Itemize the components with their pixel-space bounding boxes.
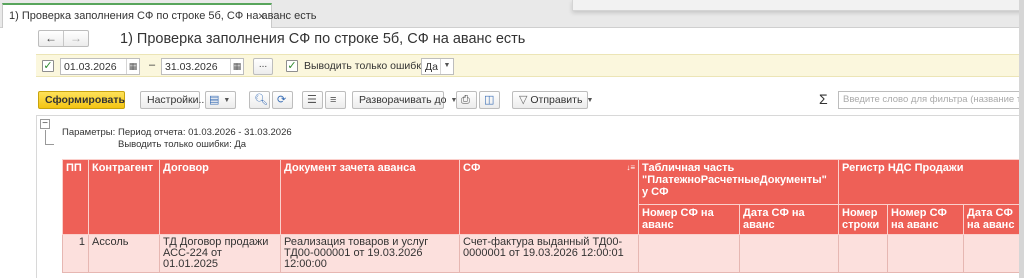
parameters-bar: ✓ 01.03.2026 ▦ – 31.03.2026 ▦ ... ✓ Выво… (36, 54, 1024, 77)
cell-advance-doc[interactable]: Реализация товаров и услуг ТД00-000001 о… (280, 234, 460, 273)
cell-counterparty[interactable]: Ассоль (88, 234, 160, 273)
date-from-value: 01.03.2026 (64, 61, 117, 73)
search-input[interactable]: Введите слово для фильтра (название това… (838, 91, 1024, 109)
calendar-icon[interactable]: ▦ (230, 59, 243, 74)
header-advance-invoice-number: Номер СФ на аванс (638, 204, 740, 235)
date-to-value: 31.03.2026 (165, 61, 218, 73)
search-next-icon: ⟳ (277, 94, 287, 106)
page-title: 1) Проверка заполнения СФ по строке 5б, … (120, 31, 526, 47)
collapse-button[interactable]: ≡ (325, 91, 346, 109)
header-pp: ПП (62, 159, 89, 235)
vertical-scrollbar[interactable] (1019, 0, 1024, 278)
printer-icon: ⎙ (461, 94, 470, 106)
settings-button[interactable]: Настройки... (140, 91, 207, 109)
variants-button[interactable]: ▤ ▼ (205, 91, 236, 109)
header-invoice-label: СФ (463, 162, 481, 174)
grouping-icon: ☰ (307, 94, 317, 106)
expand-to-label: Разворачивать до (359, 94, 447, 106)
find-next-button[interactable]: ⟳ (272, 91, 293, 109)
close-icon[interactable]: × (258, 9, 265, 23)
chevron-down-icon[interactable]: ▼ (440, 59, 453, 74)
only-errors-text: Выводить только ошибки: Да (118, 139, 247, 150)
header-invoice[interactable]: ↓≡ СФ (459, 159, 639, 235)
tab-report[interactable]: 1) Проверка заполнения СФ по строке 5б, … (2, 3, 317, 28)
only-errors-select[interactable]: Да ▼ (421, 58, 454, 75)
popup-window-edge (572, 0, 1024, 11)
date-separator: – (149, 59, 156, 71)
period-checkbox[interactable]: ✓ (42, 60, 54, 72)
header-counterparty: Контрагент (88, 159, 160, 235)
expand-to-button[interactable]: Разворачивать до ▼ (352, 91, 457, 109)
cell-register-invoice-date[interactable] (963, 234, 1024, 273)
cell-register-invoice-number[interactable] (887, 234, 965, 273)
params-label: Параметры: (62, 127, 116, 138)
collapse-group-icon[interactable]: − (40, 119, 50, 129)
send-button[interactable]: ▽ Отправить ▼ (512, 91, 593, 109)
collapse-icon: ≡ (330, 94, 337, 106)
calendar-icon[interactable]: ▦ (126, 59, 139, 74)
only-errors-checkbox[interactable]: ✓ (286, 60, 298, 72)
chevron-down-icon: ▼ (586, 97, 594, 104)
header-vat-register: Регистр НДС Продажи (838, 159, 1024, 205)
chevron-down-icon: ▼ (223, 97, 231, 104)
sort-icon[interactable]: ↓≡ (626, 162, 635, 174)
send-label: Отправить (530, 94, 583, 106)
print-preview-icon: ◫ (484, 94, 495, 106)
date-to-field[interactable]: 31.03.2026 ▦ (161, 58, 244, 75)
period-text: Период отчета: 01.03.2026 - 31.03.2026 (118, 127, 292, 138)
cell-advance-invoice-number[interactable] (638, 234, 740, 273)
tab-label: 1) Проверка заполнения СФ по строке 5б, … (9, 10, 317, 22)
report-table: ПП Контрагент Договор Документ зачета ав… (62, 159, 1024, 273)
forward-arrow-icon[interactable]: → (63, 31, 88, 46)
cell-advance-invoice-date[interactable] (738, 234, 840, 273)
print-button[interactable]: ⎙ (456, 91, 477, 109)
header-contract: Договор (159, 159, 281, 235)
group-button[interactable]: ☰ (302, 91, 323, 109)
report-variant-icon: ▤ (209, 94, 220, 106)
group-line (45, 144, 54, 145)
header-advance-doc: Документ зачета аванса (280, 159, 460, 235)
only-errors-value: Да (425, 61, 438, 73)
period-select-button[interactable]: ... (253, 58, 273, 75)
back-arrow-icon[interactable]: ← (39, 31, 63, 46)
cell-pp[interactable]: 1 (62, 234, 89, 273)
send-icon: ▽ (519, 94, 528, 106)
header-payment-docs: Табличная часть "ПлатежноРасчетныеДокуме… (637, 159, 840, 205)
date-from-field[interactable]: 01.03.2026 ▦ (60, 58, 140, 75)
preview-button[interactable]: ◫ (479, 91, 500, 109)
header-advance-invoice-date: Дата СФ на аванс (738, 204, 840, 235)
navigation-buttons: ← → (38, 30, 89, 47)
group-line (45, 130, 46, 144)
find-button[interactable]: 🔍︎ (249, 91, 270, 109)
generate-button[interactable]: Сформировать (38, 91, 125, 109)
cell-line-number[interactable] (838, 234, 889, 273)
header-register-invoice-number: Номер СФ на аванс (887, 204, 965, 235)
report-toolbar: Сформировать Настройки... ▤ ▼ 🔍︎ ⟳ ☰ ≡ Ра… (36, 88, 1024, 110)
cell-invoice[interactable]: Счет-фактура выданный ТД00-0000001 от 19… (459, 234, 639, 273)
header-register-invoice-date: Дата СФ на аванс (963, 204, 1024, 235)
table-header-row: ПП Контрагент Договор Документ зачета ав… (62, 159, 1024, 235)
sum-icon[interactable]: Σ (819, 91, 828, 107)
search-icon: 🔍︎ (254, 94, 268, 106)
only-errors-label: Выводить только ошибки: (304, 60, 430, 72)
table-row[interactable]: 1 Ассоль ТД Договор продажи АСС-224 от 0… (62, 234, 1024, 273)
header-line-number: Номер строки (838, 204, 889, 235)
cell-contract[interactable]: ТД Договор продажи АСС-224 от 01.01.2025 (159, 234, 281, 273)
